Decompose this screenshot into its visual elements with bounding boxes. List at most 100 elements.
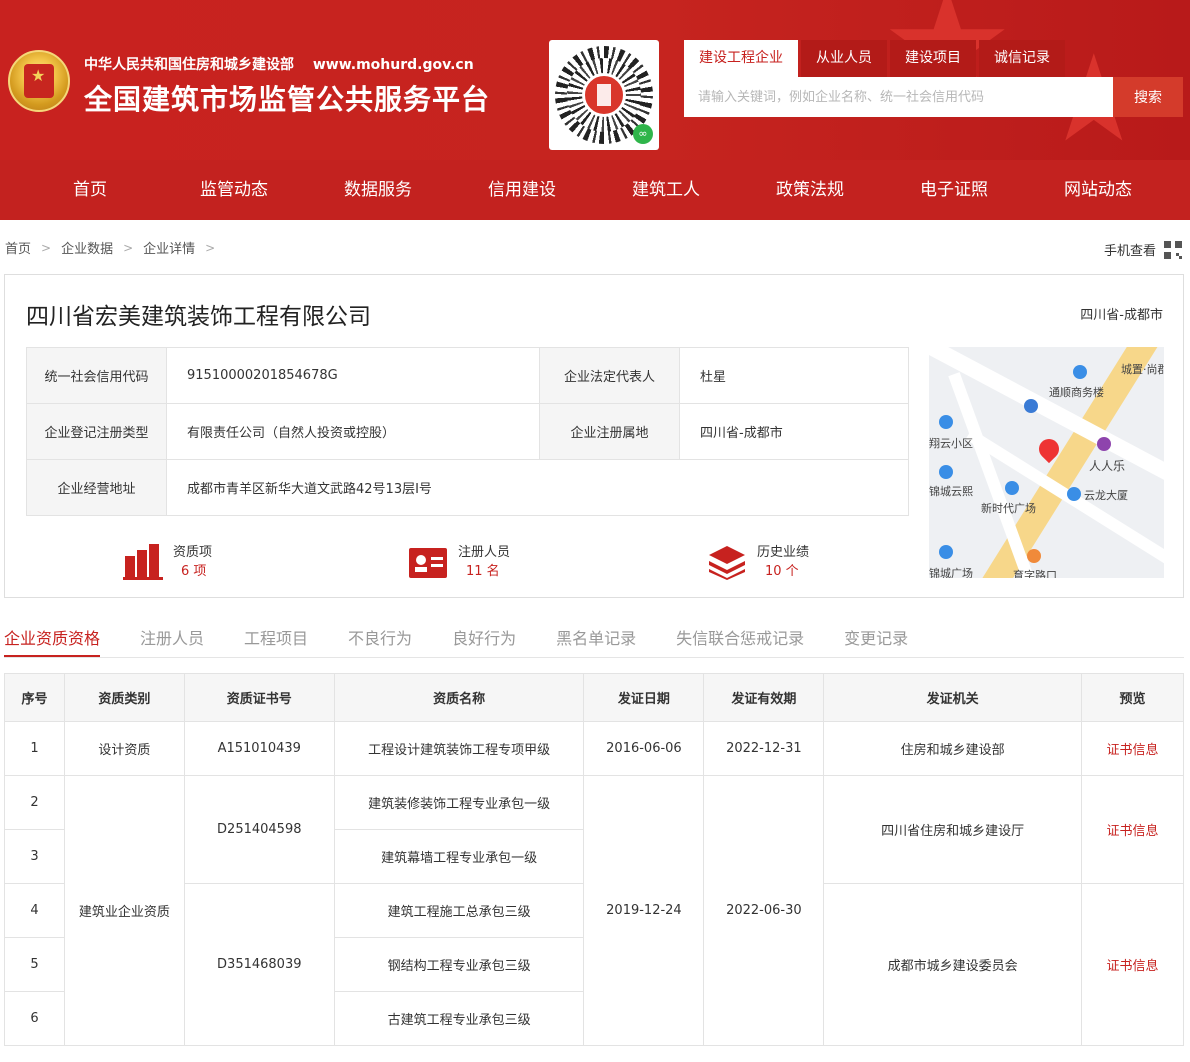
mobile-view-label: 手机查看 bbox=[1103, 244, 1156, 259]
search-input[interactable] bbox=[684, 77, 1113, 117]
nav-item-e-license[interactable]: 电子证照 bbox=[882, 160, 1026, 220]
search-bar: 搜索 bbox=[684, 77, 1183, 117]
map-poi-icon bbox=[1027, 549, 1041, 563]
stat-registered-staff-label: 注册人员 bbox=[458, 545, 511, 560]
ministry-url[interactable]: www.mohurd.gov.cn bbox=[313, 57, 474, 73]
nav-item-site-news[interactable]: 网站动态 bbox=[1026, 160, 1170, 220]
certificate-number: D251404598 bbox=[183, 775, 335, 884]
qualification-name: 建筑装修装饰工程专业承包一级 bbox=[333, 775, 585, 830]
valid-until: 2022-06-30 bbox=[703, 775, 825, 1046]
qualification-category: 建筑业企业资质 bbox=[63, 775, 185, 1046]
search-tab-project[interactable]: 建设项目 bbox=[890, 40, 976, 77]
wechat-mini-program-icon: ∞ bbox=[633, 124, 653, 144]
building-logo-icon bbox=[582, 73, 626, 117]
row-number: 6 bbox=[4, 991, 65, 1046]
breadcrumb-bar: 首页 > 企业数据 > 企业详情 > 手机查看 bbox=[0, 220, 1190, 274]
stat-history-projects-label: 历史业绩 bbox=[757, 545, 810, 560]
nav-item-home[interactable]: 首页 bbox=[18, 160, 162, 220]
issuing-authority: 成都市城乡建设委员会 bbox=[823, 883, 1083, 1046]
certificate-info-link[interactable]: 证书信息 bbox=[1107, 959, 1159, 974]
building-chart-icon bbox=[123, 544, 163, 580]
column-header: 资质类别 bbox=[63, 673, 185, 722]
qr-code-icon[interactable] bbox=[1164, 240, 1182, 259]
tab-joint-punishment[interactable]: 失信联合惩戒记录 bbox=[676, 626, 804, 657]
mobile-view-link[interactable]: 手机查看 bbox=[1104, 240, 1182, 259]
nav-item-data-service[interactable]: 数据服务 bbox=[306, 160, 450, 220]
stat-registered-staff-count: 11 名 bbox=[466, 564, 500, 579]
column-header: 发证日期 bbox=[583, 673, 705, 722]
platform-title: 全国建筑市场监管公共服务平台 bbox=[84, 83, 491, 116]
table-row: 1 设计资质 A151010439 工程设计建筑装饰工程专项甲级 2016-06… bbox=[4, 721, 1184, 776]
breadcrumb-enterprise-data[interactable]: 企业数据 bbox=[61, 238, 113, 257]
certificate-info-link[interactable]: 证书信息 bbox=[1107, 743, 1159, 758]
location-map[interactable]: 城置·尚郡 通顺商务楼 翔云小区 人人乐 锦城云熙 新时代广场 云龙大厦 锦城广… bbox=[929, 347, 1164, 578]
legal-rep-value: 杜星 bbox=[679, 347, 909, 404]
issuing-authority: 住房和城乡建设部 bbox=[823, 721, 1083, 776]
tab-qualifications[interactable]: 企业资质资格 bbox=[4, 626, 101, 657]
breadcrumb-home[interactable]: 首页 bbox=[5, 238, 31, 257]
map-poi-icon bbox=[1067, 487, 1081, 501]
nav-item-workers[interactable]: 建筑工人 bbox=[594, 160, 738, 220]
certificate-info-link[interactable]: 证书信息 bbox=[1107, 824, 1159, 839]
map-poi-icon bbox=[1005, 481, 1019, 495]
map-label: 云龙大厦 bbox=[1084, 489, 1128, 502]
address-value: 成都市青羊区新华大道文武路42号13层I号 bbox=[166, 459, 909, 516]
breadcrumb-enterprise-detail: 企业详情 bbox=[143, 242, 196, 257]
map-poi-icon bbox=[939, 545, 953, 559]
column-header: 资质名称 bbox=[333, 673, 585, 722]
map-label: 育字路口 bbox=[1013, 569, 1057, 578]
column-header: 资质证书号 bbox=[183, 673, 335, 722]
map-label: 锦城云熙 bbox=[929, 485, 973, 498]
reg-place-label: 企业注册属地 bbox=[539, 403, 680, 460]
nav-item-supervision[interactable]: 监管动态 bbox=[162, 160, 306, 220]
map-label: 翔云小区 bbox=[929, 437, 973, 450]
search-type-tabs: 建设工程企业 从业人员 建设项目 诚信记录 bbox=[684, 40, 1068, 77]
main-nav: 首页 监管动态 数据服务 信用建设 建筑工人 政策法规 电子证照 网站动态 bbox=[0, 160, 1190, 220]
stat-qualifications-count: 6 项 bbox=[181, 564, 207, 579]
tab-good-behavior[interactable]: 良好行为 bbox=[452, 626, 516, 657]
ministry-name: 中华人民共和国住房和城乡建设部 www.mohurd.gov.cn bbox=[84, 54, 474, 74]
site-header: ★ ★ 中华人民共和国住房和城乡建设部 www.mohurd.gov.cn 全国… bbox=[0, 0, 1190, 160]
search-tab-personnel[interactable]: 从业人员 bbox=[801, 40, 887, 77]
tab-projects[interactable]: 工程项目 bbox=[244, 626, 308, 657]
column-header: 预览 bbox=[1081, 673, 1184, 722]
map-label: 城置·尚郡 bbox=[1121, 363, 1164, 376]
tab-registered-staff[interactable]: 注册人员 bbox=[140, 626, 204, 657]
map-poi-icon bbox=[939, 465, 953, 479]
table-row: 2 建筑业企业资质 D251404598 建筑装修装饰工程专业承包一级 2019… bbox=[4, 775, 1184, 1046]
tab-bad-behavior[interactable]: 不良行为 bbox=[348, 626, 412, 657]
company-region: 四川省-成都市 bbox=[1080, 308, 1163, 323]
company-name: 四川省宏美建筑装饰工程有限公司 bbox=[26, 304, 371, 330]
stat-history-projects[interactable]: 历史业绩 10 个 bbox=[707, 543, 809, 581]
map-poi-icon bbox=[1073, 365, 1087, 379]
search-button[interactable]: 搜索 bbox=[1113, 77, 1183, 117]
search-tab-credit[interactable]: 诚信记录 bbox=[979, 40, 1065, 77]
parking-icon bbox=[1024, 399, 1038, 413]
chevron-right-icon: > bbox=[123, 240, 134, 255]
column-header: 发证有效期 bbox=[703, 673, 825, 722]
search-tab-enterprise[interactable]: 建设工程企业 bbox=[684, 40, 798, 77]
ministry-title: 中华人民共和国住房和城乡建设部 bbox=[84, 57, 294, 73]
row-number: 4 bbox=[4, 883, 65, 938]
tab-blacklist[interactable]: 黑名单记录 bbox=[556, 626, 636, 657]
valid-until: 2022-12-31 bbox=[703, 721, 825, 776]
issue-date: 2016-06-06 bbox=[583, 721, 705, 776]
qualification-name: 工程设计建筑装饰工程专项甲级 bbox=[333, 721, 585, 776]
map-label: 新时代广场 bbox=[981, 502, 1036, 515]
map-label: 锦城广场 bbox=[929, 567, 973, 578]
nav-item-credit[interactable]: 信用建设 bbox=[450, 160, 594, 220]
row-number: 2 bbox=[4, 775, 65, 830]
chevron-right-icon: > bbox=[41, 240, 52, 255]
stat-registered-staff[interactable]: 注册人员 11 名 bbox=[408, 543, 510, 581]
certificate-number: D351468039 bbox=[183, 883, 335, 1046]
legal-rep-label: 企业法定代表人 bbox=[539, 347, 680, 404]
row-number: 3 bbox=[4, 829, 65, 884]
nav-item-policy[interactable]: 政策法规 bbox=[738, 160, 882, 220]
tab-change-records[interactable]: 变更记录 bbox=[844, 626, 908, 657]
qualification-name: 钢结构工程专业承包三级 bbox=[333, 937, 585, 992]
company-info-table: 统一社会信用代码 91510000201854678G 企业法定代表人 杜星 企… bbox=[26, 347, 909, 516]
shopping-icon bbox=[1097, 437, 1111, 451]
stat-qualifications[interactable]: 资质项 6 项 bbox=[123, 543, 212, 581]
mini-program-qr-code: ∞ bbox=[549, 40, 659, 150]
stat-history-projects-count: 10 个 bbox=[765, 564, 799, 579]
